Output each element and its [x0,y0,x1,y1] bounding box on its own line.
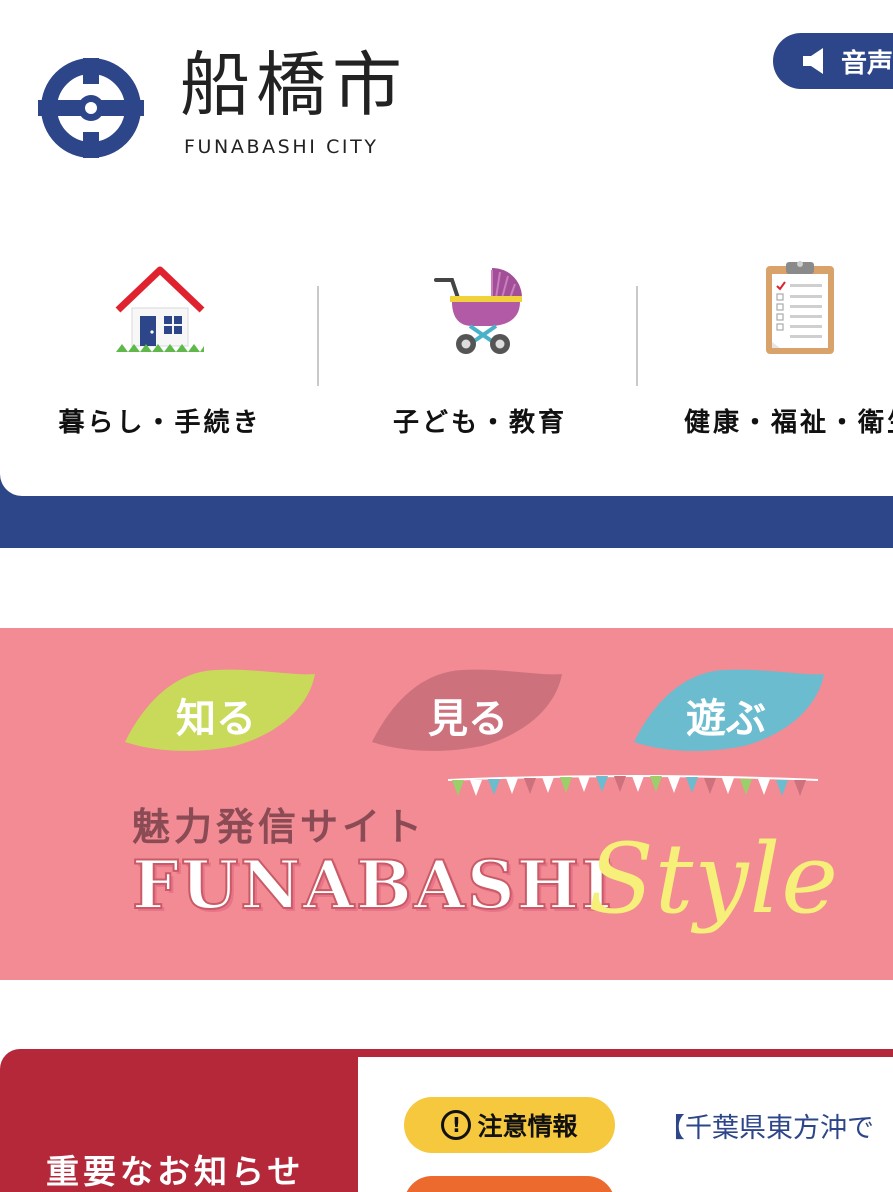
stroller-icon [434,268,522,354]
category-label: 暮らし・手続き [58,408,262,438]
banner-tag-know: 知る [176,696,256,742]
secondary-badge [404,1176,615,1192]
bunting-flags-icon [448,775,818,796]
category-children-education[interactable]: 子ども・教育 [320,258,640,448]
notice-item-link[interactable]: 【千葉県東方沖で [658,1106,874,1145]
category-label: 健康・福祉・衛生 [683,408,893,438]
notice-title: 重要なお知らせ [46,1152,305,1191]
exclamation-icon: ! [441,1110,472,1140]
voice-button-label: 音声 [841,48,893,79]
category-living-procedures[interactable]: 暮らし・手続き [0,258,320,448]
site-header: 船橋市 FUNABASHI CITY 音声 暮らし・手続き 子ども・教育 健康・… [0,0,893,496]
voice-read-button[interactable]: 音声 [773,33,893,89]
city-emblem-icon[interactable] [36,56,146,160]
banner-tag-see: 見る [428,696,508,742]
banner-title-script: Style [588,823,840,935]
category-health-welfare[interactable]: 健康・福祉・衛生 [640,258,893,448]
banner-title-main: FUNABASHI [131,845,614,925]
caution-badge-label: 注意情報 [477,1112,578,1141]
brand-title[interactable]: 船橋市 [180,50,408,120]
notice-title-panel: 重要なお知らせ [0,1049,358,1192]
category-divider [317,286,319,386]
caution-badge: ! 注意情報 [404,1097,615,1153]
notice-top-border [358,1049,893,1057]
category-label: 子ども・教育 [392,408,567,438]
clipboard-icon [766,261,834,354]
category-divider [636,286,638,386]
funabashi-style-banner[interactable]: 知る 見る 遊ぶ 魅力発信サイト FUNABASHI Style [0,628,893,980]
banner-subtitle: 魅力発信サイト [132,805,427,849]
banner-tag-play: 遊ぶ [686,696,766,742]
brand-subtitle: FUNABASHI CITY [184,136,379,158]
speaker-icon [803,48,823,74]
house-icon [115,266,205,352]
